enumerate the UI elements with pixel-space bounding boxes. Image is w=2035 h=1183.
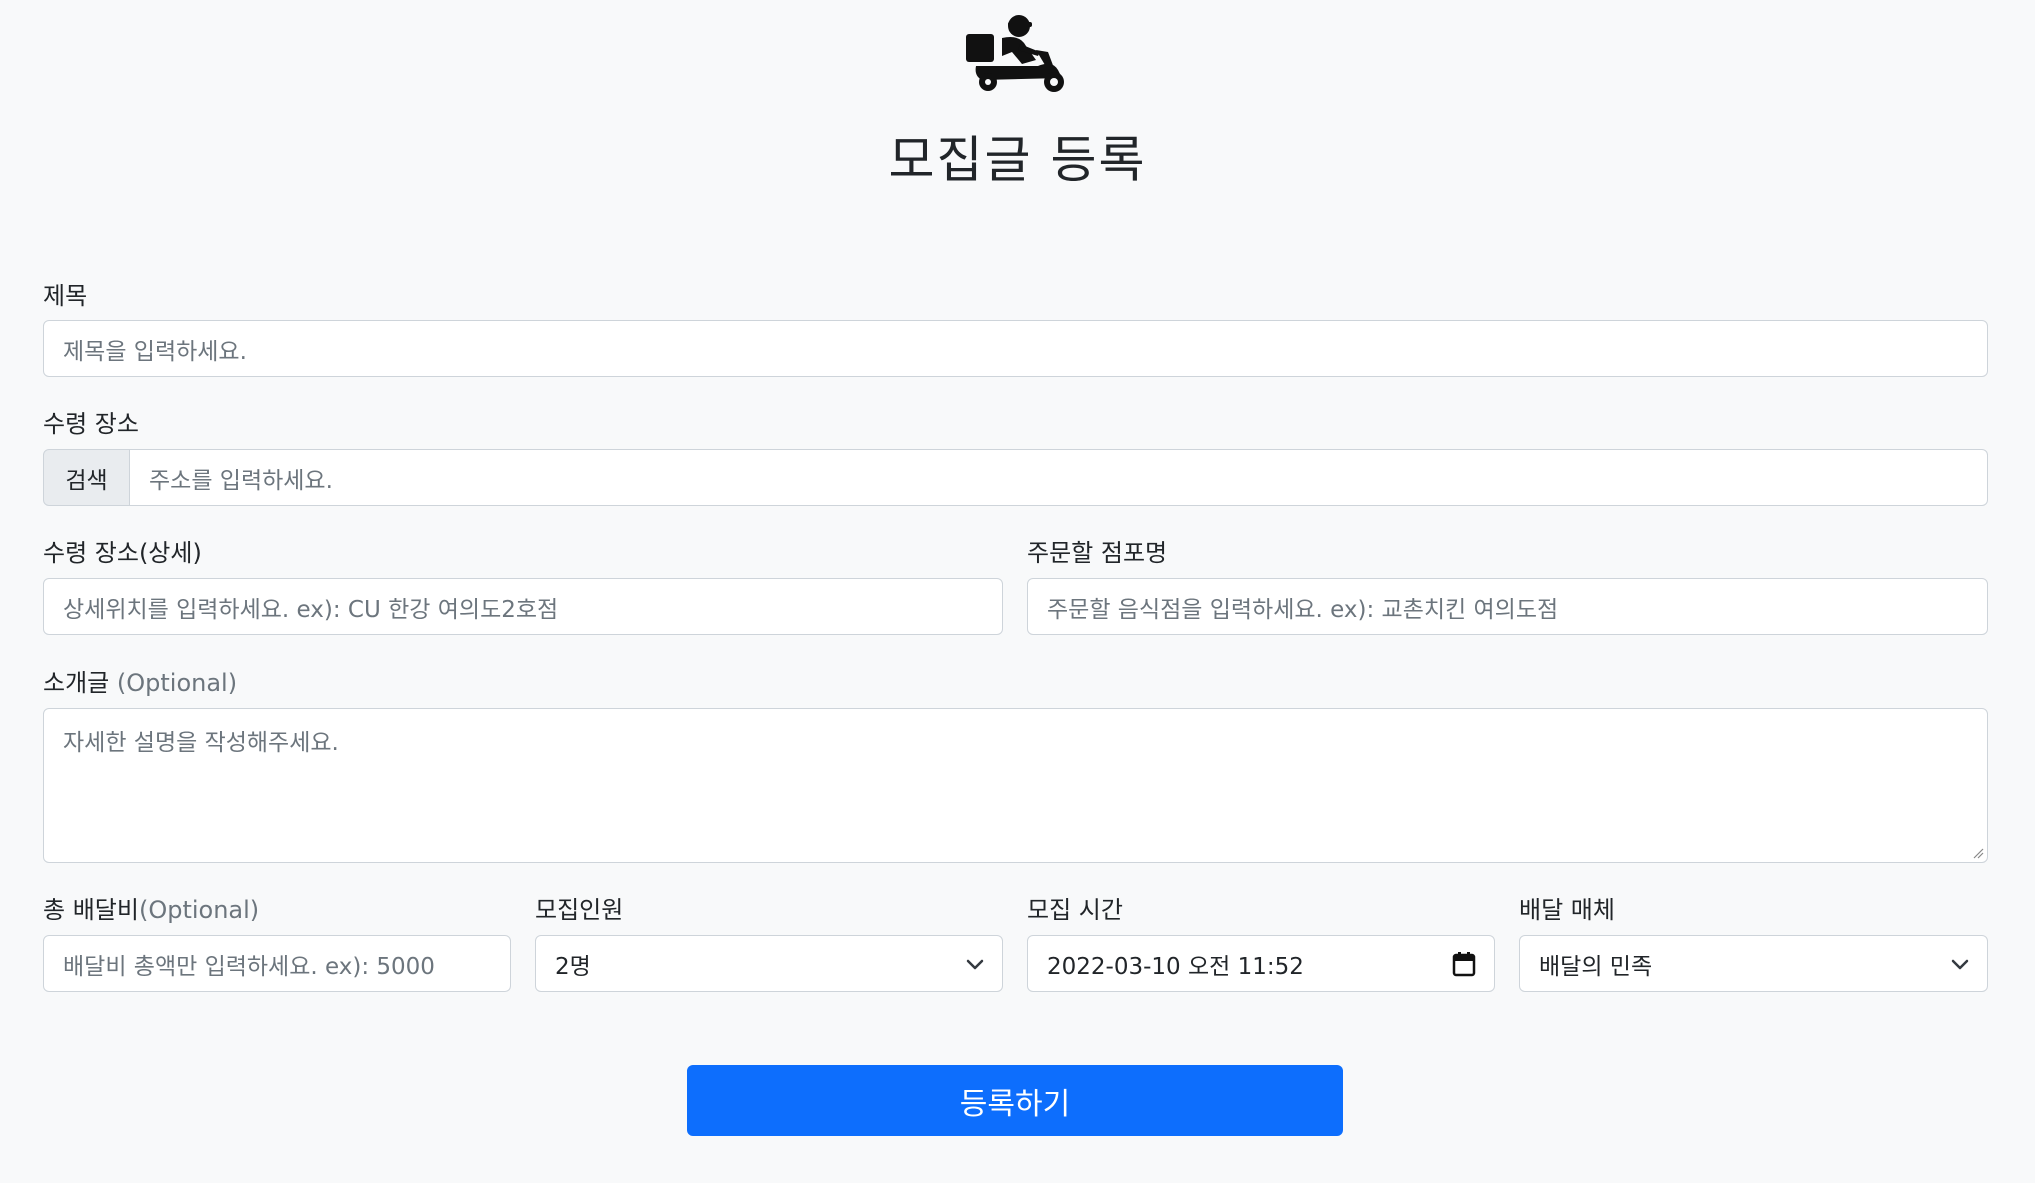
- title-input[interactable]: 제목을 입력하세요.: [43, 320, 1988, 377]
- time-label: 모집 시간: [1027, 896, 1123, 924]
- pickup-detail-input[interactable]: 상세위치를 입력하세요. ex): CU 한강 여의도2호점: [43, 578, 1003, 635]
- intro-label: 소개글 (Optional): [43, 663, 237, 698]
- people-label: 모집인원: [535, 896, 624, 924]
- store-input[interactable]: 주문할 음식점을 입력하세요. ex): 교촌치킨 여의도점: [1027, 578, 1988, 635]
- address-placeholder: 주소를 입력하세요.: [149, 467, 333, 494]
- resize-handle-icon[interactable]: [1972, 847, 1984, 859]
- delivery-scooter-icon: [966, 15, 1064, 92]
- fee-input[interactable]: 배달비 총액만 입력하세요. ex): 5000: [43, 935, 511, 992]
- intro-textarea[interactable]: 자세한 설명을 작성해주세요.: [43, 708, 1988, 863]
- fee-optional-text: (Optional): [138, 896, 260, 924]
- calendar-icon[interactable]: [1452, 951, 1476, 977]
- intro-placeholder: 자세한 설명을 작성해주세요.: [63, 730, 339, 756]
- platform-value: 배달의 민족: [1539, 953, 1653, 980]
- intro-optional-text: (Optional): [116, 669, 238, 697]
- submit-button[interactable]: 등록하기: [687, 1065, 1343, 1136]
- intro-label-text: 소개글: [43, 669, 110, 697]
- address-input[interactable]: 주소를 입력하세요.: [130, 449, 1988, 506]
- people-value: 2명: [555, 953, 591, 980]
- fee-label-text: 총 배달비: [43, 896, 139, 924]
- chevron-down-icon: [966, 959, 984, 969]
- title-label: 제목: [43, 282, 88, 310]
- pickup-detail-label: 수령 장소(상세): [43, 539, 202, 567]
- time-value: 2022-03-10 오전 11:52: [1047, 953, 1304, 980]
- title-placeholder: 제목을 입력하세요.: [63, 338, 247, 365]
- address-input-group: 검색 주소를 입력하세요.: [43, 449, 1988, 506]
- pickup-label: 수령 장소: [43, 410, 139, 438]
- fee-placeholder: 배달비 총액만 입력하세요. ex): 5000: [63, 953, 435, 980]
- page: 모집글 등록 제목 제목을 입력하세요. 수령 장소 검색 주소를 입력하세요.…: [0, 0, 2035, 1183]
- people-select[interactable]: 2명: [535, 935, 1003, 992]
- store-placeholder: 주문할 음식점을 입력하세요. ex): 교촌치킨 여의도점: [1047, 596, 1559, 623]
- platform-select[interactable]: 배달의 민족: [1519, 935, 1988, 992]
- chevron-down-icon: [1951, 959, 1969, 969]
- store-label: 주문할 점포명: [1027, 539, 1168, 567]
- address-search-button[interactable]: 검색: [43, 449, 130, 506]
- platform-label: 배달 매체: [1519, 896, 1615, 924]
- time-input[interactable]: 2022-03-10 오전 11:52: [1027, 935, 1495, 992]
- fee-label: 총 배달비(Optional): [43, 890, 259, 925]
- page-title: 모집글 등록: [888, 131, 1147, 189]
- pickup-detail-placeholder: 상세위치를 입력하세요. ex): CU 한강 여의도2호점: [63, 596, 559, 623]
